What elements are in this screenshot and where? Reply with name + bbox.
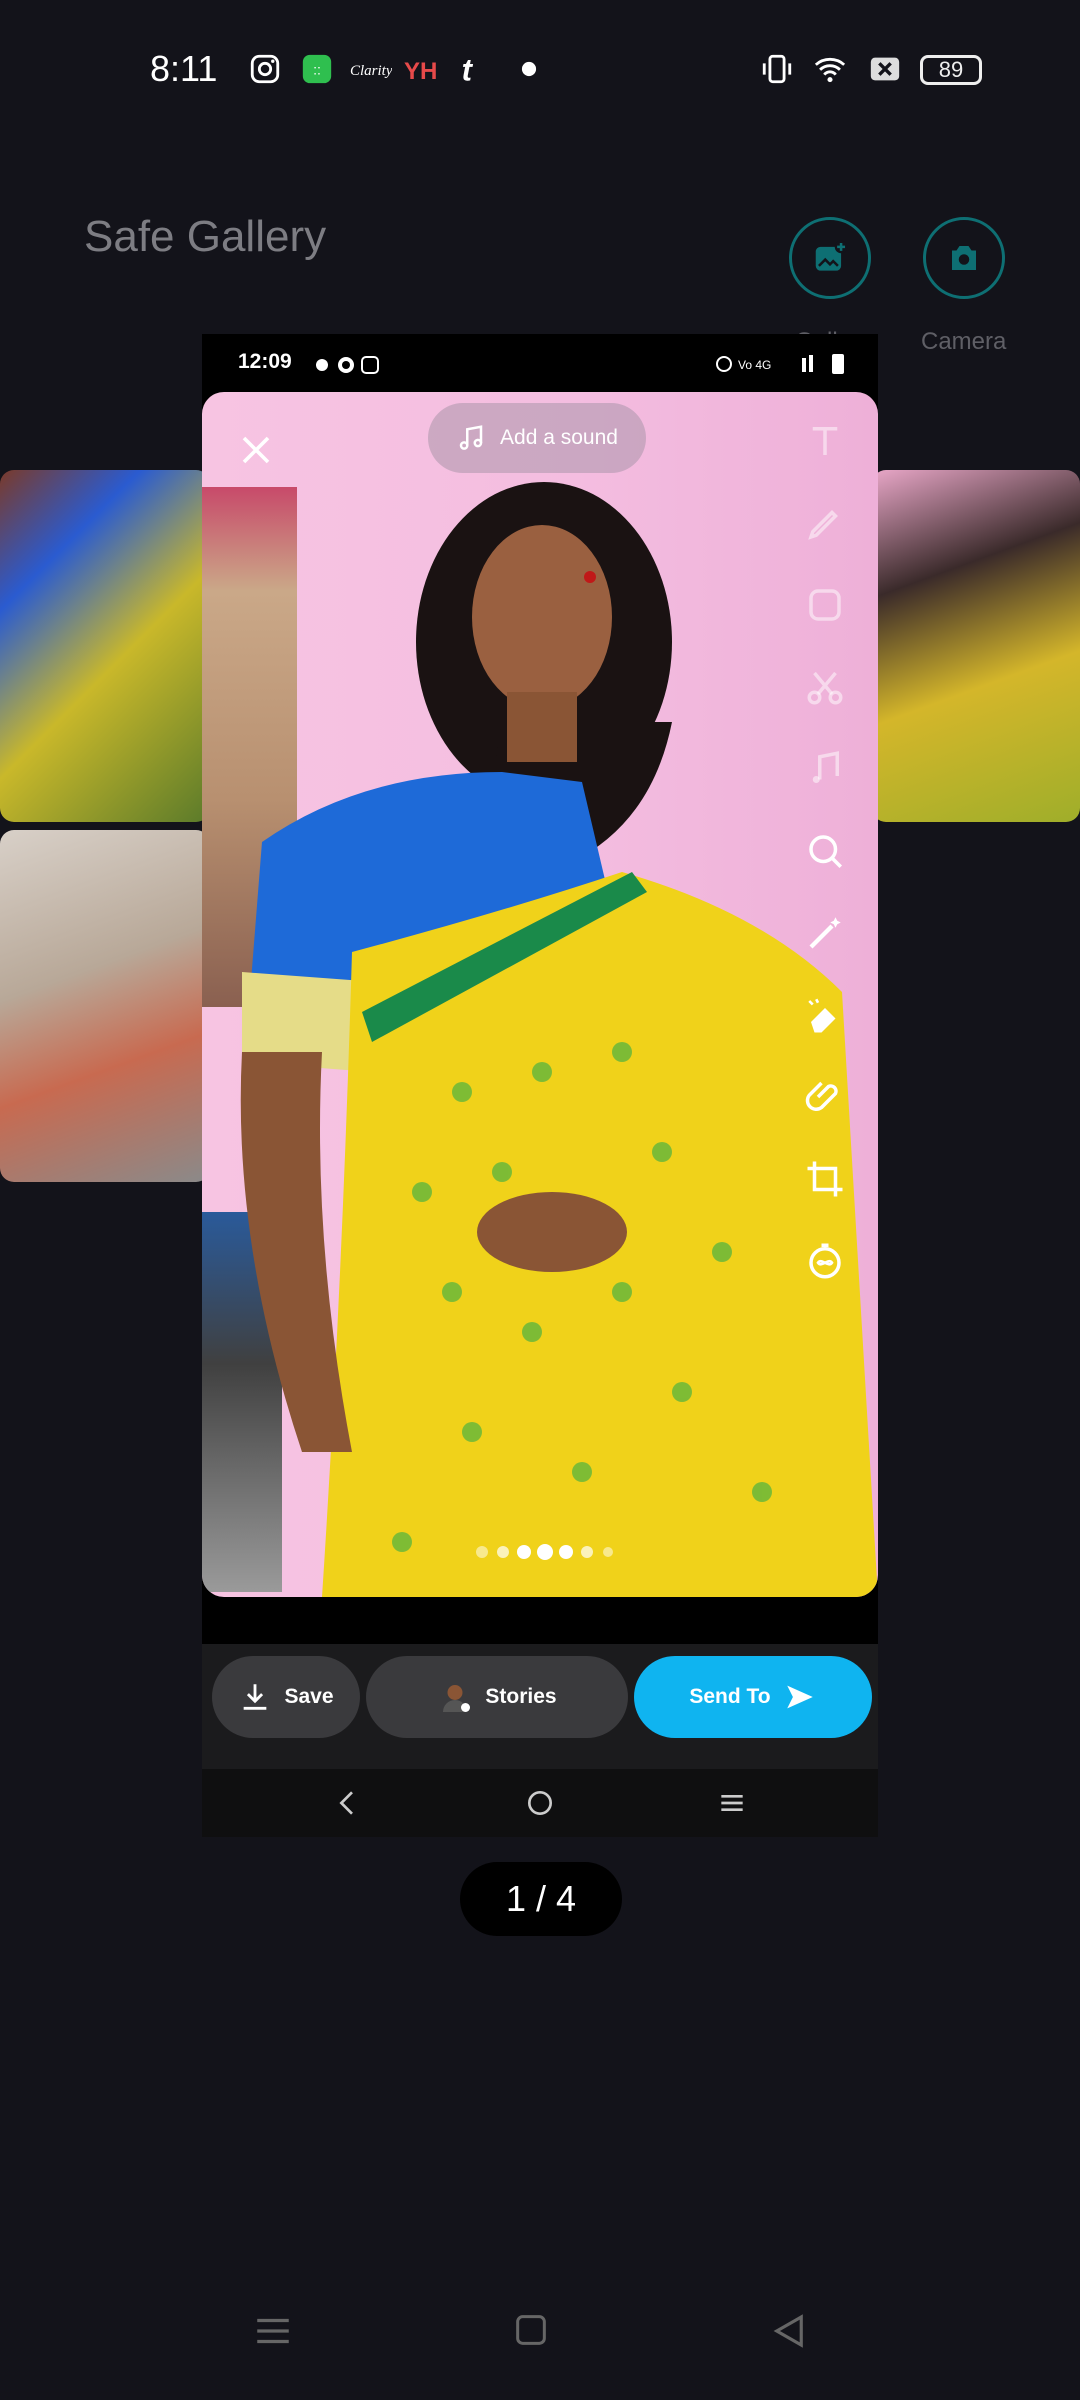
sim-off-icon	[870, 57, 900, 81]
save-label: Save	[284, 1685, 334, 1708]
person-figure	[240, 482, 878, 1597]
text-icon[interactable]	[804, 420, 846, 462]
paperclip-icon[interactable]	[804, 1076, 846, 1118]
gallery-button[interactable]	[789, 217, 871, 299]
stories-label: Stories	[485, 1685, 557, 1708]
story-dots	[476, 1544, 613, 1560]
camera-icon	[952, 246, 976, 270]
sticker-icon[interactable]	[804, 584, 846, 626]
dot-icon	[521, 61, 537, 77]
add-photo-icon	[815, 240, 848, 271]
back-icon	[339, 1791, 353, 1815]
download-icon	[244, 1684, 267, 1710]
stories-button[interactable]: Stories	[366, 1656, 628, 1738]
music-icon[interactable]	[804, 748, 846, 790]
clarity-icon: Clarity	[350, 63, 392, 79]
svg-text:::: ::	[313, 63, 321, 79]
svg-text:Vo 4G: Vo 4G	[738, 358, 771, 372]
gallery-thumbnail[interactable]	[0, 830, 210, 1182]
scissors-icon[interactable]	[804, 666, 846, 708]
save-button[interactable]: Save	[212, 1656, 360, 1738]
image-counter: 1 / 4	[460, 1862, 622, 1936]
recent-apps-icon[interactable]	[252, 2310, 294, 2352]
status-time: 8:11	[150, 48, 218, 89]
instagram-icon	[250, 54, 280, 84]
send-to-label: Send To	[689, 1685, 771, 1708]
screenshot-system-icons: Vo 4G	[716, 354, 844, 374]
gallery-thumbnail[interactable]	[0, 470, 210, 822]
svg-text:Clarity: Clarity	[350, 63, 392, 79]
avatar-icon	[443, 1685, 471, 1712]
music-note-icon	[459, 425, 483, 450]
camera-button[interactable]	[923, 217, 1005, 299]
tumblr-icon: t	[462, 52, 474, 86]
timer-icon[interactable]	[804, 1240, 846, 1282]
back-button-icon[interactable]	[768, 2310, 810, 2352]
add-sound-label: Add a sound	[500, 426, 618, 449]
screenshot-nav-bar	[202, 1769, 878, 1837]
lens-icon[interactable]	[804, 830, 846, 872]
magic-wand-icon[interactable]	[804, 912, 846, 954]
home-icon	[528, 1791, 552, 1815]
vibrate-icon	[762, 54, 792, 84]
menu-icon	[721, 1795, 743, 1811]
camera-label: Camera	[921, 328, 1007, 355]
pencil-icon[interactable]	[804, 502, 846, 544]
screenshot-notification-icons	[316, 356, 379, 374]
screenshot-status-bar: 12:09 Vo 4G	[202, 334, 878, 392]
send-arrow-icon	[786, 1685, 813, 1709]
svg-text:t: t	[462, 52, 474, 86]
send-to-button[interactable]: Send To	[634, 1656, 872, 1738]
battery-indicator: 89	[920, 55, 982, 85]
close-icon[interactable]	[238, 432, 274, 468]
crop-icon[interactable]	[804, 1158, 846, 1200]
app-title: Safe Gallery	[84, 212, 327, 261]
photo	[202, 392, 878, 1597]
hotstar-icon: YH	[404, 58, 437, 85]
eraser-icon[interactable]	[804, 994, 846, 1036]
clock-app-icon: ::	[302, 54, 332, 84]
add-sound-button[interactable]: Add a sound	[428, 403, 646, 473]
gallery-thumbnail[interactable]	[872, 470, 1080, 822]
home-button-icon[interactable]	[511, 2310, 551, 2350]
wifi-icon	[814, 57, 846, 83]
screenshot-status-time: 12:09	[238, 350, 292, 373]
svg-text:YH: YH	[404, 58, 437, 85]
image-viewer[interactable]: 12:09 Vo 4G Add a sound Save Stories Sen…	[202, 334, 878, 1837]
